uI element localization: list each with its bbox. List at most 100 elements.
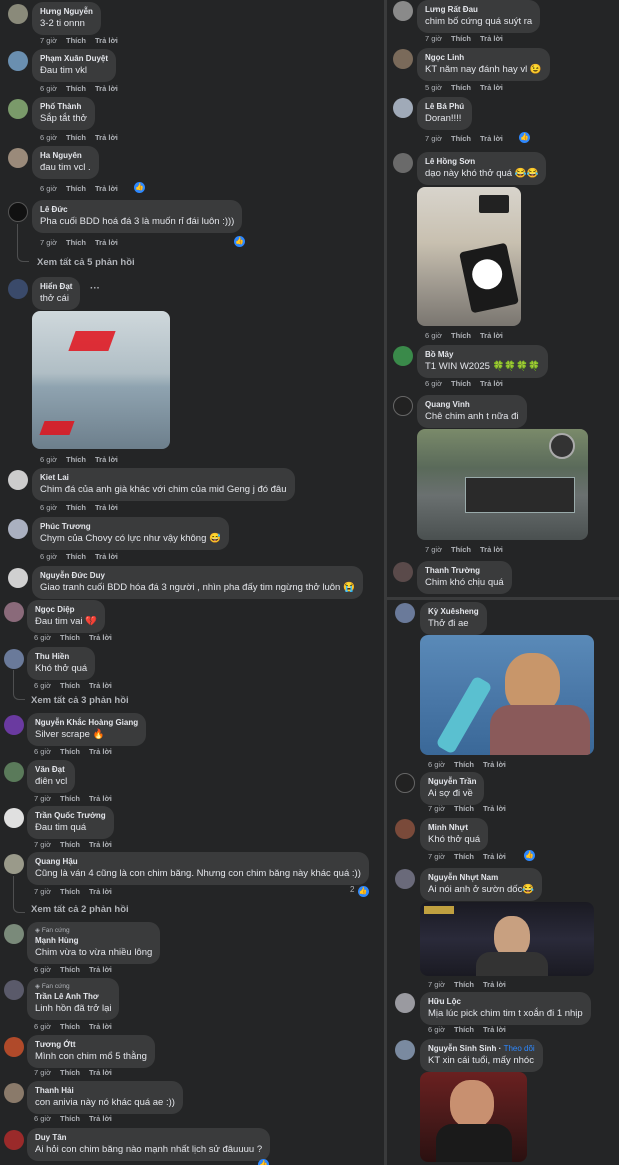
view-more-replies-link[interactable]: Xem tất cả 3 phản hồi xyxy=(31,695,129,706)
reply-button[interactable]: Trả lời xyxy=(95,184,118,193)
comment-author[interactable]: Quang Hậu xyxy=(35,856,361,867)
like-button[interactable]: Thích xyxy=(60,1068,80,1077)
reply-button[interactable]: Trả lời xyxy=(483,1025,506,1034)
comment-author[interactable]: Lê Hồng Sơn xyxy=(425,156,538,167)
more-options-icon[interactable]: ··· xyxy=(90,283,100,294)
avatar[interactable] xyxy=(4,762,24,782)
like-button[interactable]: Thích xyxy=(66,36,86,45)
comment-author[interactable]: Phúc Trương xyxy=(40,521,221,532)
comment-author[interactable]: Kỳ Xuêsheng xyxy=(428,606,479,617)
avatar[interactable] xyxy=(8,279,28,299)
view-more-replies-link[interactable]: Xem tất cả 2 phản hồi xyxy=(31,904,129,915)
reply-button[interactable]: Trả lời xyxy=(89,681,112,690)
reply-button[interactable]: Trả lời xyxy=(89,840,112,849)
comment-author[interactable]: Kiet Lai xyxy=(40,472,287,483)
avatar[interactable] xyxy=(8,568,28,588)
avatar[interactable] xyxy=(393,346,413,366)
like-button[interactable]: Thích xyxy=(66,84,86,93)
reply-button[interactable]: Trả lời xyxy=(480,134,503,143)
avatar[interactable] xyxy=(393,396,413,416)
reaction-count[interactable]: 2 👍 xyxy=(350,885,369,897)
like-button[interactable]: Thích xyxy=(451,545,471,554)
comment-author[interactable]: Bồ Mây xyxy=(425,349,540,360)
reply-button[interactable]: Trả lời xyxy=(89,1022,112,1031)
like-button[interactable]: Thích xyxy=(451,379,471,388)
avatar[interactable] xyxy=(4,924,24,944)
like-button[interactable]: Thích xyxy=(451,134,471,143)
like-button[interactable]: Thích xyxy=(454,852,474,861)
avatar[interactable] xyxy=(393,1,413,21)
avatar[interactable] xyxy=(8,202,28,222)
like-button[interactable]: Thích xyxy=(454,980,474,989)
like-button[interactable]: Thích xyxy=(60,681,80,690)
like-button[interactable]: Thích xyxy=(451,34,471,43)
comment-author[interactable]: Lê Đức xyxy=(40,204,234,215)
avatar[interactable] xyxy=(395,1040,415,1060)
comment-author[interactable]: Hữu Lộc xyxy=(428,996,583,1007)
reply-button[interactable]: Trả lời xyxy=(95,36,118,45)
comment-author[interactable]: Hưng Nguyễn xyxy=(40,6,93,17)
like-button[interactable]: Thích xyxy=(451,331,471,340)
avatar[interactable] xyxy=(8,470,28,490)
view-more-replies-link[interactable]: Xem tất cả 5 phản hồi xyxy=(37,257,135,268)
comment-author[interactable]: Mạnh Hùng xyxy=(35,935,152,946)
like-button[interactable]: Thích xyxy=(66,503,86,512)
like-button[interactable]: Thích xyxy=(60,1022,80,1031)
reply-button[interactable]: Trả lời xyxy=(89,1068,112,1077)
like-button[interactable]: Thích xyxy=(66,184,86,193)
reply-button[interactable]: Trả lời xyxy=(89,965,112,974)
like-button[interactable]: Thích xyxy=(60,887,80,896)
comment-author[interactable]: Thanh Hải xyxy=(35,1085,175,1096)
comment-author[interactable]: Nguyễn Trần xyxy=(428,776,476,787)
comment-photo[interactable] xyxy=(417,429,588,540)
comment-author[interactable]: Minh Nhựt xyxy=(428,822,480,833)
avatar[interactable] xyxy=(4,602,24,622)
avatar[interactable] xyxy=(393,49,413,69)
like-button[interactable]: Thích xyxy=(60,794,80,803)
comment-author[interactable]: Nguyễn Đức Duy xyxy=(40,570,355,581)
avatar[interactable] xyxy=(395,773,415,793)
comment-author[interactable]: Trần Quốc Trưởng xyxy=(35,810,106,821)
like-button[interactable]: Thích xyxy=(60,840,80,849)
reply-button[interactable]: Trả lời xyxy=(483,804,506,813)
comment-author[interactable]: Thanh Trường xyxy=(425,565,504,576)
comment-photo[interactable] xyxy=(420,1072,527,1162)
avatar[interactable] xyxy=(4,980,24,1000)
avatar[interactable] xyxy=(4,1130,24,1150)
comment-author[interactable]: Nguyễn Nhựt Nam xyxy=(428,872,534,883)
comment-author[interactable]: Duy Tân xyxy=(35,1132,262,1143)
reply-button[interactable]: Trả lời xyxy=(95,552,118,561)
follow-link[interactable]: Theo dõi xyxy=(504,1044,535,1053)
comment-author[interactable]: Nguyễn Sinh Sinh · Theo dõi xyxy=(428,1043,535,1054)
avatar[interactable] xyxy=(395,603,415,623)
reply-button[interactable]: Trả lời xyxy=(95,238,118,247)
avatar[interactable] xyxy=(4,1083,24,1103)
avatar[interactable] xyxy=(395,993,415,1013)
like-button[interactable]: Thích xyxy=(66,238,86,247)
comment-photo[interactable] xyxy=(420,635,594,755)
reply-button[interactable]: Trả lời xyxy=(89,887,112,896)
comment-author[interactable]: Thu Hiền xyxy=(35,651,87,662)
comment-author[interactable]: Lê Bá Phú xyxy=(425,101,464,112)
like-button[interactable]: Thích xyxy=(60,633,80,642)
reply-button[interactable]: Trả lời xyxy=(480,379,503,388)
comment-author[interactable]: Hiển Đạt xyxy=(40,281,72,292)
like-button[interactable]: Thích xyxy=(454,760,474,769)
avatar[interactable] xyxy=(8,51,28,71)
comment-photo[interactable] xyxy=(32,311,170,449)
avatar[interactable] xyxy=(4,1037,24,1057)
reply-button[interactable]: Trả lời xyxy=(89,633,112,642)
avatar[interactable] xyxy=(393,98,413,118)
avatar[interactable] xyxy=(395,819,415,839)
reply-button[interactable]: Trả lời xyxy=(89,1114,112,1123)
reply-button[interactable]: Trả lời xyxy=(95,133,118,142)
comment-author-name[interactable]: Nguyễn Sinh Sinh xyxy=(428,1044,496,1053)
like-button[interactable]: Thích xyxy=(451,83,471,92)
comment-author[interactable]: Lưng Rất Đau xyxy=(425,4,532,15)
reply-button[interactable]: Trả lời xyxy=(480,34,503,43)
reply-button[interactable]: Trả lời xyxy=(95,84,118,93)
avatar[interactable] xyxy=(393,153,413,173)
like-button[interactable]: Thích xyxy=(66,455,86,464)
comment-photo[interactable] xyxy=(417,187,521,326)
avatar[interactable] xyxy=(4,854,24,874)
